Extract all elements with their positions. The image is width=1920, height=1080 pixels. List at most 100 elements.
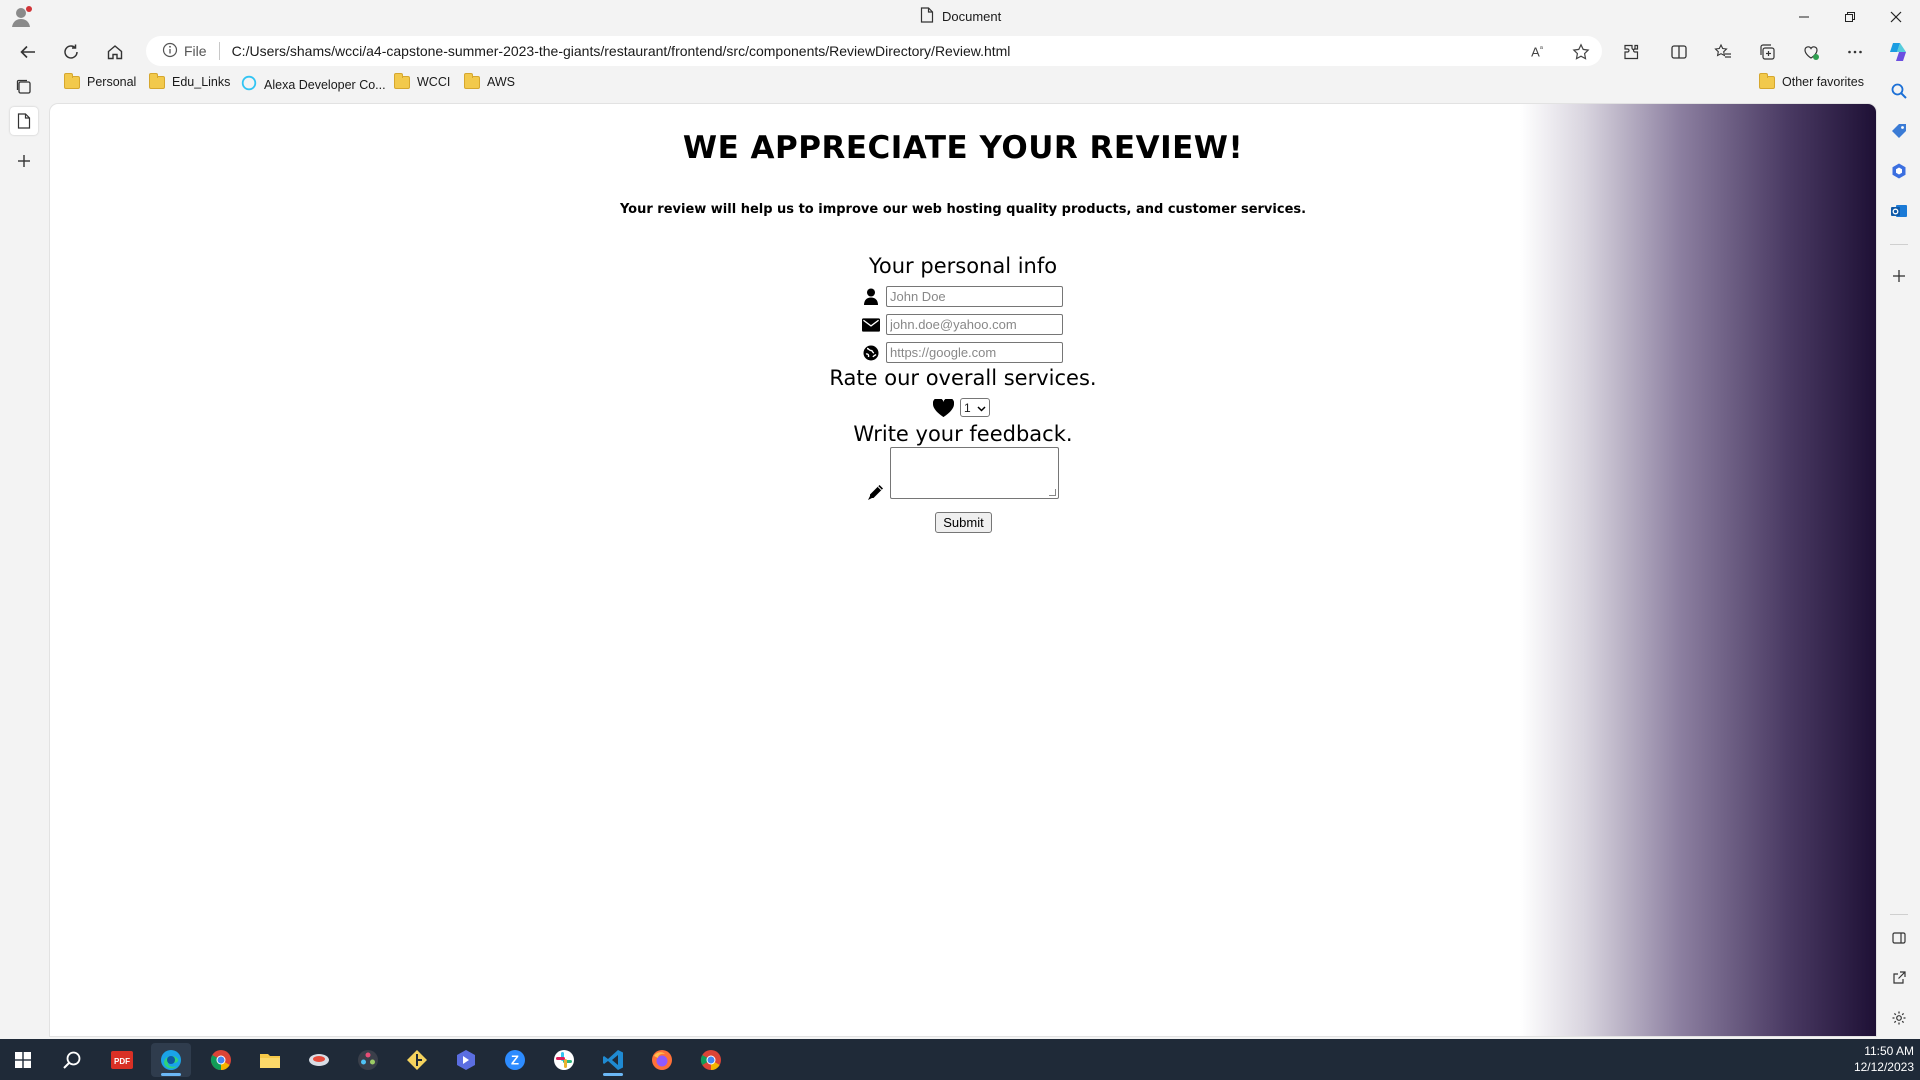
url-text[interactable]: C:/Users/shams/wcci/a4-capstone-summer-2… — [232, 43, 1011, 59]
feedback-heading: Write your feedback. — [853, 422, 1073, 446]
favorite-wcci[interactable]: WCCI — [394, 72, 451, 89]
slack-icon[interactable] — [544, 1043, 584, 1077]
alexa-icon — [241, 75, 257, 94]
sidebar-divider — [1890, 914, 1908, 915]
davinci-icon[interactable] — [348, 1043, 388, 1077]
open-external-icon[interactable] — [1887, 966, 1911, 990]
folder-icon — [64, 72, 80, 89]
git-icon[interactable] — [397, 1043, 437, 1077]
app-icon[interactable] — [446, 1043, 486, 1077]
name-input[interactable] — [886, 286, 1063, 307]
feedback-row — [866, 447, 1059, 501]
other-favorites-label: Other favorites — [1782, 75, 1864, 89]
favorite-edu-links[interactable]: Edu_Links — [149, 72, 231, 89]
page-title: WE APPRECIATE YOUR REVIEW! — [682, 130, 1244, 166]
system-clock[interactable]: 11:50 AM 12/12/2023 — [1854, 1043, 1914, 1075]
refresh-button[interactable] — [56, 37, 86, 67]
sidebar-search-icon[interactable] — [1887, 79, 1911, 103]
chrome-icon[interactable] — [201, 1043, 241, 1077]
rating-row: 1 — [932, 398, 990, 417]
start-icon[interactable] — [3, 1043, 43, 1077]
favorite-label: Edu_Links — [172, 75, 231, 89]
favorites-bar: Personal Edu_Links Alexa Developer Co...… — [0, 69, 1920, 101]
file-explorer-icon[interactable] — [250, 1043, 290, 1077]
rating-heading: Rate our overall services. — [829, 366, 1097, 390]
favorite-label: Personal — [87, 75, 137, 89]
folder-icon — [464, 72, 480, 89]
home-button[interactable] — [100, 37, 130, 67]
page-subtitle: Your review will help us to improve our … — [619, 202, 1307, 217]
envelope-icon — [862, 316, 880, 334]
zoom-icon[interactable]: Z — [495, 1043, 535, 1077]
outlook-icon[interactable] — [1887, 199, 1911, 223]
split-screen-icon[interactable] — [1665, 38, 1693, 66]
clock-time: 11:50 AM — [1864, 1044, 1914, 1058]
address-bar[interactable]: File C:/Users/shams/wcci/a4-capstone-sum… — [146, 36, 1602, 66]
vertical-tabs-strip — [0, 69, 48, 1039]
new-tab-button[interactable] — [10, 147, 38, 175]
read-aloud-icon[interactable]: Aᵃ — [1527, 42, 1547, 62]
submit-button[interactable]: Submit — [935, 512, 992, 533]
pencil-icon — [866, 483, 884, 501]
navigation-bar: File C:/Users/shams/wcci/a4-capstone-sum… — [0, 33, 1920, 69]
svg-text:Z: Z — [511, 1053, 519, 1068]
copilot-icon[interactable] — [1884, 38, 1912, 66]
more-menu-icon[interactable] — [1841, 38, 1869, 66]
search-icon[interactable] — [52, 1043, 92, 1077]
vertical-tab-document[interactable] — [10, 107, 38, 135]
sidebar-settings-icon[interactable] — [1887, 1006, 1911, 1030]
tab-title-text: Document — [942, 9, 1002, 24]
clock-date: 12/12/2023 — [1853, 1060, 1914, 1074]
website-field-row — [862, 342, 1063, 363]
folder-icon — [1759, 72, 1775, 89]
profile-avatar-icon[interactable] — [10, 5, 34, 29]
add-sidebar-app-icon[interactable] — [1887, 264, 1911, 288]
url-scheme-label: File — [184, 43, 207, 59]
rating-select[interactable]: 1 — [960, 398, 990, 417]
microsoft365-icon[interactable] — [1887, 159, 1911, 183]
favorite-label: AWS — [487, 75, 516, 89]
name-field-row — [862, 286, 1063, 307]
favorite-star-icon[interactable] — [1571, 42, 1591, 62]
browser-essentials-icon[interactable] — [1797, 38, 1825, 66]
feedback-textarea[interactable] — [890, 447, 1059, 499]
tab-title[interactable]: Document — [920, 7, 1001, 26]
windows-taskbar: PDF Z 11:50 AM 12/12/2023 — [0, 1039, 1920, 1080]
edge-icon[interactable] — [151, 1043, 191, 1077]
pdf-icon[interactable]: PDF — [102, 1043, 142, 1077]
tab-actions-icon[interactable] — [10, 73, 38, 101]
collections-icon[interactable] — [1753, 38, 1781, 66]
website-input[interactable] — [886, 342, 1063, 363]
user-icon — [862, 288, 880, 306]
favorite-personal[interactable]: Personal — [64, 72, 137, 89]
vscode-icon[interactable] — [593, 1043, 633, 1077]
other-favorites[interactable]: Other favorites — [1759, 72, 1864, 89]
firefox-icon[interactable] — [642, 1043, 682, 1077]
back-button[interactable] — [13, 37, 43, 67]
app-icon[interactable] — [299, 1043, 339, 1077]
heart-icon — [932, 398, 954, 417]
restore-button[interactable] — [1827, 4, 1873, 30]
email-input[interactable] — [886, 314, 1063, 335]
site-info-button[interactable]: File — [146, 42, 207, 61]
folder-icon — [149, 72, 165, 89]
favorite-aws[interactable]: AWS — [464, 72, 516, 89]
edge-sidebar — [1878, 69, 1920, 1039]
svg-text:PDF: PDF — [114, 1057, 130, 1066]
chevron-down-icon — [977, 401, 986, 415]
hide-sidebar-icon[interactable] — [1887, 926, 1911, 950]
review-page: WE APPRECIATE YOUR REVIEW! Your review w… — [50, 104, 1876, 1036]
chrome-icon[interactable] — [691, 1043, 731, 1077]
favorite-label: WCCI — [417, 75, 451, 89]
shopping-tag-icon[interactable] — [1887, 119, 1911, 143]
favorite-alexa[interactable]: Alexa Developer Co... — [241, 75, 386, 94]
rating-select-value: 1 — [964, 400, 971, 415]
extensions-icon[interactable] — [1617, 38, 1645, 66]
favorites-icon[interactable] — [1709, 38, 1737, 66]
sidebar-divider — [1890, 244, 1908, 245]
folder-icon — [394, 72, 410, 89]
active-app-indicator — [161, 1073, 181, 1076]
url-separator — [218, 42, 220, 60]
minimize-button[interactable] — [1781, 4, 1827, 30]
close-window-button[interactable] — [1873, 4, 1919, 30]
